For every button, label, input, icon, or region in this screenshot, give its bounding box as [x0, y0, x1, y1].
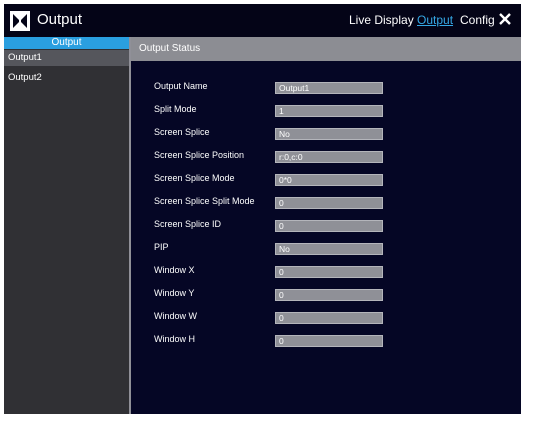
app-window: Output Live Display Output Config Output…: [4, 4, 521, 414]
output-name-field[interactable]: Output1: [275, 82, 383, 94]
app-title: Output: [37, 11, 83, 28]
field-label-screen-splice-id: Screen Splice ID: [154, 219, 222, 229]
window-x-field[interactable]: 0: [275, 266, 383, 278]
nav-live-display[interactable]: Live Display: [349, 13, 414, 27]
field-label-pip: PIP: [154, 242, 169, 252]
sidebar: Output Output1 Output2: [4, 37, 131, 414]
window-h-field[interactable]: 0: [275, 335, 383, 347]
field-label-window-h: Window H: [154, 334, 196, 344]
field-label-window-y: Window Y: [154, 288, 195, 298]
field-label-split-mode: Split Mode: [154, 104, 197, 114]
field-label-screen-splice-position: Screen Splice Position: [154, 150, 245, 160]
main-content: Output Status Output Name Output1 Split …: [131, 37, 521, 414]
screen-splice-field[interactable]: No: [275, 128, 383, 140]
screen-splice-id-field[interactable]: 0: [275, 220, 383, 232]
screen-splice-mode-field[interactable]: 0*0: [275, 174, 383, 186]
screen-splice-position-field[interactable]: r:0,c:0: [275, 151, 383, 163]
app-logo-icon: [10, 11, 30, 31]
screen-splice-split-mode-field[interactable]: 0: [275, 197, 383, 209]
field-label-screen-splice-mode: Screen Splice Mode: [154, 173, 235, 183]
window-w-field[interactable]: 0: [275, 312, 383, 324]
field-label-window-w: Window W: [154, 311, 198, 321]
section-header: Output Status: [131, 37, 521, 61]
window-y-field[interactable]: 0: [275, 289, 383, 301]
field-label-screen-splice: Screen Splice: [154, 127, 210, 137]
field-label-screen-splice-split-mode: Screen Splice Split Mode: [154, 196, 255, 206]
split-mode-field[interactable]: 1: [275, 105, 383, 117]
sidebar-item-output2[interactable]: Output2: [4, 70, 129, 86]
sidebar-item-output1[interactable]: Output1: [4, 50, 129, 66]
field-label-output-name: Output Name: [154, 81, 208, 91]
nav-config[interactable]: Config: [460, 13, 495, 27]
nav-output[interactable]: Output: [417, 13, 453, 27]
close-icon[interactable]: [498, 12, 512, 26]
sidebar-header: Output: [4, 37, 129, 49]
top-bar: Output Live Display Output Config: [4, 4, 521, 37]
field-label-window-x: Window X: [154, 265, 195, 275]
pip-field[interactable]: No: [275, 243, 383, 255]
